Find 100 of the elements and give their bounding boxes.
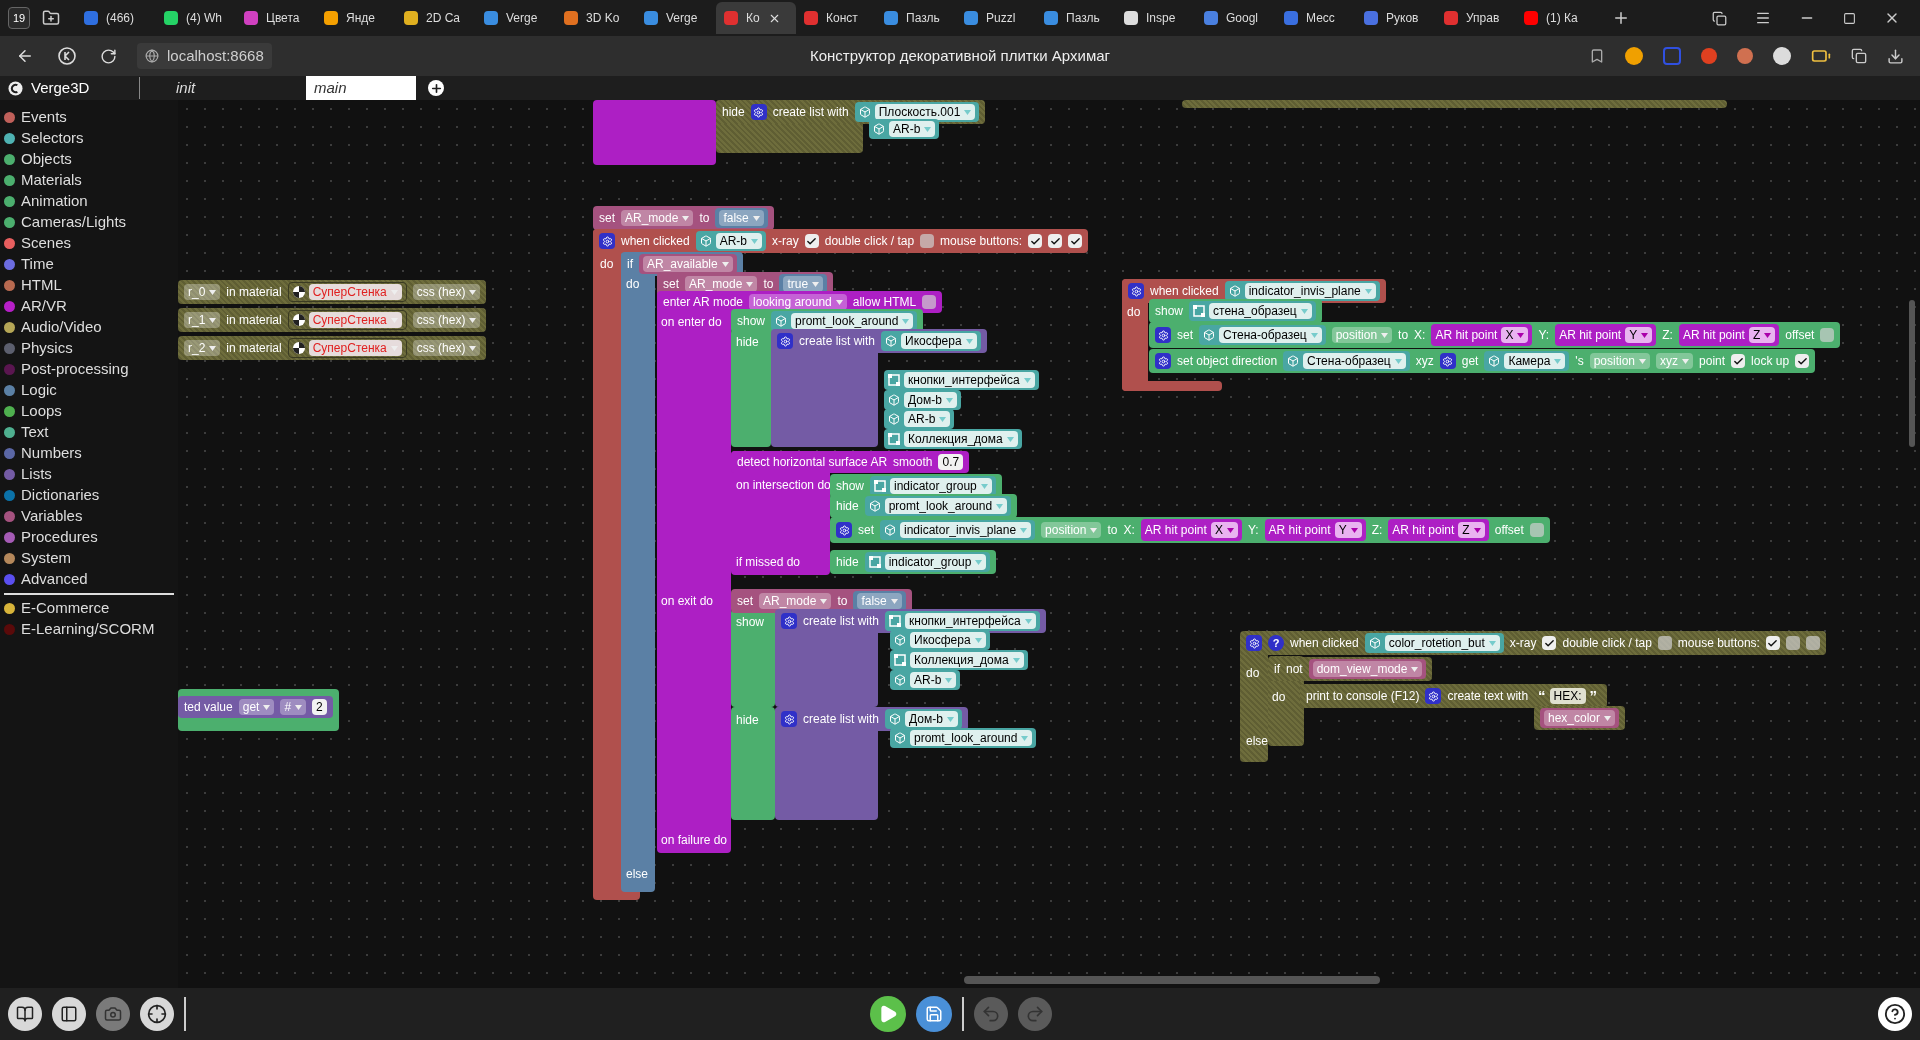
object-dropdown[interactable]: Дом-b xyxy=(905,711,958,727)
checkbox[interactable] xyxy=(922,295,937,309)
browser-tab[interactable]: 3D Ko xyxy=(556,2,636,34)
category-item[interactable]: System xyxy=(0,548,178,569)
browser-tab[interactable]: Puzzl xyxy=(956,2,1036,34)
category-item[interactable]: Dictionaries xyxy=(0,485,178,506)
category-item[interactable]: HTML xyxy=(0,275,178,296)
browser-tab[interactable]: Verge xyxy=(636,2,716,34)
settings-icon[interactable] xyxy=(750,104,767,120)
save-button[interactable] xyxy=(916,996,952,1032)
checkbox[interactable] xyxy=(1068,234,1083,248)
checkbox[interactable] xyxy=(1529,523,1544,537)
browser-tab[interactable]: Месс xyxy=(1276,2,1356,34)
category-item[interactable]: Post-processing xyxy=(0,359,178,380)
object-dropdown[interactable]: promt_look_around xyxy=(791,313,914,329)
checkbox[interactable] xyxy=(1731,354,1746,368)
object-dropdown[interactable]: AR-b xyxy=(910,672,957,688)
axis-dropdown[interactable]: X xyxy=(1210,522,1238,538)
object-dropdown[interactable]: Стена-образец xyxy=(1219,327,1322,343)
checkbox[interactable] xyxy=(920,234,935,248)
checkbox[interactable] xyxy=(1028,234,1043,248)
back-icon[interactable] xyxy=(16,47,34,65)
help-button[interactable] xyxy=(1878,997,1912,1031)
settings-icon[interactable] xyxy=(1425,688,1442,704)
address-field[interactable]: localhost:8668 xyxy=(137,43,272,69)
object-dropdown[interactable]: Дом-b xyxy=(904,392,957,408)
checkbox[interactable] xyxy=(1820,328,1835,342)
browser-tab[interactable]: Цвета xyxy=(236,2,316,34)
object-dropdown[interactable]: color_rotetion_but xyxy=(1384,635,1500,651)
material-dropdown[interactable]: СуперСтенка xyxy=(308,312,402,328)
axis-dropdown[interactable]: Z xyxy=(1748,327,1776,343)
object-dropdown[interactable]: стена_образец xyxy=(1209,303,1312,319)
browser-tab[interactable]: (466) xyxy=(76,2,156,34)
browser-tab[interactable]: (1) Ка xyxy=(1516,2,1596,34)
tabs-icon[interactable] xyxy=(1712,10,1727,26)
category-item[interactable]: Numbers xyxy=(0,443,178,464)
collections-icon[interactable] xyxy=(1851,48,1867,64)
checkbox[interactable] xyxy=(1542,636,1557,650)
object-dropdown[interactable]: promt_look_around xyxy=(910,730,1033,746)
browser-tab[interactable]: (4) Wh xyxy=(156,2,236,34)
new-tab-icon[interactable] xyxy=(1612,9,1630,27)
browser-tab[interactable]: Управ xyxy=(1436,2,1516,34)
text-field[interactable]: HEX: xyxy=(1549,688,1586,704)
category-item[interactable]: Animation xyxy=(0,191,178,212)
object-dropdown[interactable]: indicator_invis_plane xyxy=(900,522,1032,538)
undo-button[interactable] xyxy=(974,997,1008,1031)
help-button[interactable]: ? xyxy=(1268,635,1284,651)
menu-icon[interactable] xyxy=(1755,10,1771,26)
camera-button[interactable] xyxy=(96,997,130,1031)
object-dropdown[interactable]: Камера xyxy=(1504,353,1566,369)
settings-icon[interactable] xyxy=(1439,353,1456,369)
object-dropdown[interactable]: indicator_group xyxy=(884,554,987,570)
checkbox[interactable] xyxy=(1048,234,1063,248)
object-dropdown[interactable]: promt_look_around xyxy=(884,498,1008,514)
maximize-icon[interactable] xyxy=(1843,11,1856,25)
category-item[interactable]: AR/VR xyxy=(0,296,178,317)
editor-tab[interactable]: init xyxy=(168,76,278,100)
browser-tab[interactable]: Ко xyxy=(716,2,796,34)
category-item[interactable]: Audio/Video xyxy=(0,317,178,338)
browser-logo-icon[interactable] xyxy=(58,47,76,65)
checkbox[interactable] xyxy=(1785,636,1800,650)
category-item[interactable]: Loops xyxy=(0,401,178,422)
browser-tab[interactable]: Verge xyxy=(476,2,556,34)
object-dropdown[interactable]: Икосфера xyxy=(910,632,986,648)
object-dropdown[interactable]: AR-b xyxy=(904,411,951,427)
axis-dropdown[interactable]: Y xyxy=(1334,522,1362,538)
run-button[interactable] xyxy=(870,996,906,1032)
checkbox[interactable] xyxy=(1795,354,1810,368)
number-field[interactable]: 2 xyxy=(312,699,327,715)
browser-tab[interactable]: Пазль xyxy=(876,2,956,34)
category-item[interactable]: Procedures xyxy=(0,527,178,548)
category-item[interactable]: E-Commerce xyxy=(0,598,178,619)
category-item[interactable]: Objects xyxy=(0,149,178,170)
checkbox[interactable] xyxy=(804,234,819,248)
browser-tab[interactable]: Пазль xyxy=(1036,2,1116,34)
object-dropdown[interactable]: Коллекция_дома xyxy=(910,652,1024,668)
vertical-scrollbar[interactable] xyxy=(1909,300,1915,447)
download-icon[interactable] xyxy=(1887,47,1904,65)
object-dropdown[interactable]: Плоскость.001 xyxy=(874,104,976,120)
category-item[interactable]: E-Learning/SCORM xyxy=(0,619,178,640)
category-item[interactable]: Lists xyxy=(0,464,178,485)
checkbox[interactable] xyxy=(1765,636,1780,650)
editor-tab[interactable]: main xyxy=(306,76,416,100)
checkbox[interactable] xyxy=(1805,636,1820,650)
category-item[interactable]: Events xyxy=(0,107,178,128)
browser-tab[interactable]: 2D Ca xyxy=(396,2,476,34)
category-item[interactable]: Variables xyxy=(0,506,178,527)
crosshair-button[interactable] xyxy=(140,997,174,1031)
object-dropdown[interactable]: indicator_group xyxy=(890,478,992,494)
object-dropdown[interactable]: indicator_invis_plane xyxy=(1244,283,1376,299)
object-dropdown[interactable]: Икосфера xyxy=(901,333,977,349)
category-item[interactable]: Advanced xyxy=(0,569,178,590)
axis-dropdown[interactable]: Y xyxy=(1625,327,1653,343)
object-dropdown[interactable]: Стена-образец xyxy=(1303,353,1406,369)
redo-button[interactable] xyxy=(1018,997,1052,1031)
object-dropdown[interactable]: кнопки_интерфейса xyxy=(904,372,1035,388)
horizontal-scrollbar[interactable] xyxy=(964,976,1380,984)
object-dropdown[interactable]: кнопки_интерфейса xyxy=(905,613,1036,629)
reload-icon[interactable] xyxy=(100,47,117,65)
category-item[interactable]: Cameras/Lights xyxy=(0,212,178,233)
